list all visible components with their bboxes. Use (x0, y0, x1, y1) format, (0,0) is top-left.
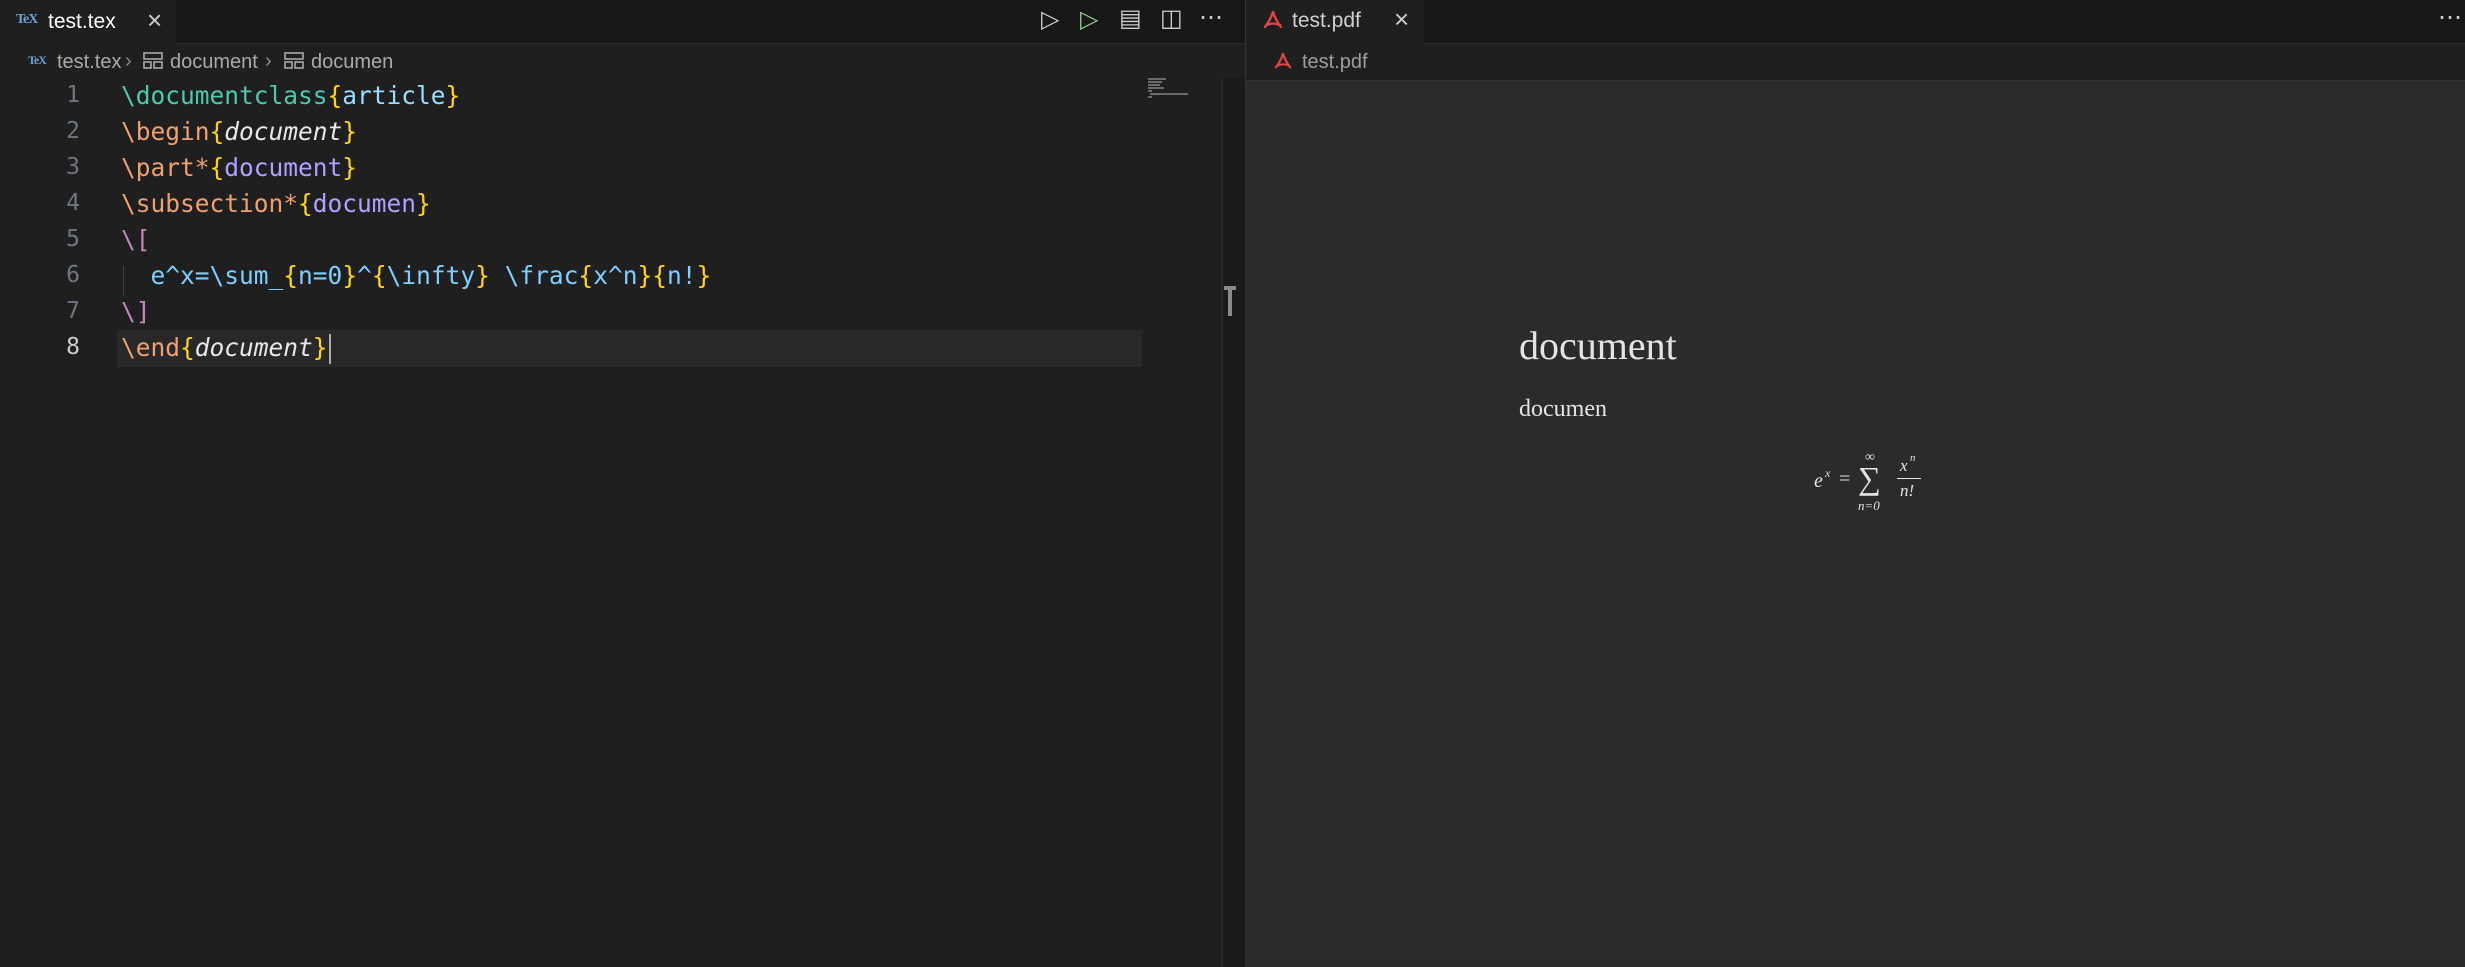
brace: } (696, 261, 712, 290)
more-actions-icon[interactable]: ⋯ (1199, 6, 1223, 30)
pdf-part-title: document (1519, 323, 1677, 368)
open-preview-icon[interactable]: ▤ (1119, 7, 1142, 31)
pdf-icon (1263, 10, 1283, 32)
equation-equals: = (1839, 468, 1851, 490)
close-icon[interactable]: × (1394, 6, 1409, 32)
code-line-8[interactable]: \end{document} (121, 333, 331, 364)
tab-label: test.pdf (1292, 9, 1361, 32)
equation-lhs-base: e (1814, 470, 1823, 492)
argument: document (224, 153, 343, 182)
line-number: 4 (66, 190, 80, 216)
tex-file-icon: TeX (28, 53, 47, 67)
pdf-breadcrumb: test.pdf (1246, 44, 2465, 81)
brace: } (416, 189, 431, 218)
breadcrumb-file[interactable]: test.pdf (1302, 51, 1368, 74)
brace: { (327, 81, 343, 110)
brace: { (209, 153, 225, 182)
pdf-pane: test.pdf × ⋯ test.pdf document documen e… (1245, 0, 2465, 967)
code-line-1[interactable]: \documentclass{article} (121, 81, 460, 110)
argument: documen (312, 189, 417, 218)
equation-frac-num-sup: n (1910, 452, 1916, 464)
breadcrumb: TeX test.tex › document › documen (0, 46, 1220, 78)
text-cursor (328, 334, 331, 364)
tex-file-icon: TeX (16, 12, 38, 27)
editor-pane: TeX test.tex × ▷ ▷ ▤ ◫ ⋯ TeX test.tex › … (0, 0, 1246, 967)
brace: { (209, 117, 225, 146)
chevron-right-icon: › (125, 50, 132, 72)
tab-test-pdf[interactable]: test.pdf × (1246, 0, 1424, 44)
latex-command: \sum_ (209, 261, 284, 290)
line-number: 5 (66, 226, 80, 252)
pdf-equation: e x = ∞ ∑ n=0 x n n! (1814, 450, 1954, 520)
latex-command: \part* (121, 153, 210, 182)
code-line-3[interactable]: \part*{document} (121, 153, 357, 182)
equation-sum-lower: n=0 (1858, 498, 1880, 513)
line-number: 7 (66, 298, 80, 324)
line-number-active: 8 (66, 334, 80, 360)
tab-test-tex[interactable]: TeX test.tex × (0, 0, 176, 45)
math-text: ^ (357, 261, 372, 290)
brace: { (283, 261, 299, 290)
minimap[interactable] (1148, 78, 1188, 100)
breadcrumb-item-document[interactable]: document (170, 51, 258, 74)
code-line-2[interactable]: \begin{document} (121, 117, 357, 146)
brace: } (312, 333, 328, 362)
breadcrumb-file[interactable]: test.tex (57, 51, 121, 74)
brace: } (342, 117, 358, 146)
brace: { (371, 261, 387, 290)
argument: article (342, 81, 446, 110)
math-text: n! (666, 261, 697, 290)
brace: } (475, 261, 490, 290)
chevron-right-icon: › (265, 50, 272, 72)
split-sash-handle[interactable] (1224, 286, 1236, 316)
math-text: e^x= (121, 261, 210, 290)
math-text: n=0 (298, 261, 343, 290)
brace: } (637, 261, 653, 290)
argument: document (194, 333, 313, 362)
argument: document (224, 117, 343, 146)
vertical-scrollbar[interactable] (1222, 78, 1246, 967)
brace: } (342, 153, 358, 182)
editor-tab-bar: TeX test.tex × ▷ ▷ ▤ ◫ ⋯ (0, 0, 1245, 45)
line-number: 2 (66, 118, 80, 144)
latex-command: \frac (504, 261, 579, 290)
latex-command: \begin (121, 117, 210, 146)
symbol-structure-icon (283, 51, 305, 69)
math-text: x^n (593, 261, 638, 290)
tab-label: test.tex (48, 10, 116, 33)
debug-run-icon[interactable]: ▷ (1080, 8, 1098, 32)
brace: } (342, 261, 358, 290)
more-actions-icon[interactable]: ⋯ (2438, 6, 2462, 30)
brace: { (298, 189, 313, 218)
line-number: 3 (66, 154, 80, 180)
breadcrumb-item-documen[interactable]: documen (311, 51, 393, 74)
pdf-subsection-title: documen (1519, 396, 1607, 422)
line-number: 1 (66, 82, 80, 108)
code-line-5[interactable]: \[ (121, 225, 151, 254)
latex-command: \infty (386, 261, 476, 290)
brace: } (445, 81, 461, 110)
run-icon[interactable]: ▷ (1041, 8, 1059, 32)
latex-command: \documentclass (121, 81, 328, 110)
line-number: 6 (66, 262, 80, 288)
equation-frac-num-base: x (1900, 456, 1908, 475)
fraction-bar (1897, 478, 1921, 479)
latex-command: \end (121, 333, 181, 362)
symbol-structure-icon (142, 51, 164, 69)
brace: { (180, 333, 195, 362)
close-icon[interactable]: × (147, 7, 162, 33)
split-editor-icon[interactable]: ◫ (1160, 7, 1183, 31)
equation-frac-den: n! (1900, 481, 1915, 500)
equation-sum-symbol: ∑ (1858, 460, 1881, 496)
equation-lhs-sup: x (1825, 466, 1831, 480)
code-line-4[interactable]: \subsection*{documen} (121, 189, 431, 218)
brace: { (578, 261, 594, 290)
brace: { (652, 261, 667, 290)
pdf-icon (1274, 52, 1292, 72)
pdf-tab-bar: test.pdf × ⋯ (1246, 0, 2465, 44)
code-line-6[interactable]: e^x=\sum_{n=0}^{\infty} \frac{x^n}{n!} (121, 261, 712, 290)
latex-command: \subsection* (121, 189, 299, 218)
code-line-7[interactable]: \] (121, 297, 151, 326)
